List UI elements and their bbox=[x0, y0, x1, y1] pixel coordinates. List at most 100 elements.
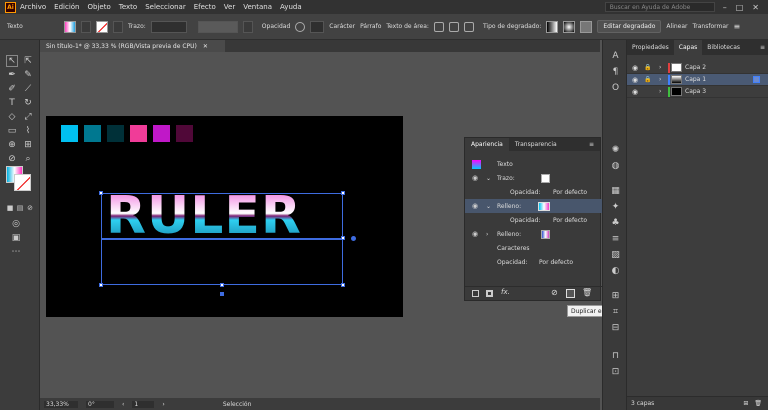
edit-gradient-button[interactable]: Editar degradado bbox=[597, 20, 662, 33]
stroke-color-box[interactable] bbox=[14, 174, 31, 191]
transparency-panel-icon[interactable]: ◐ bbox=[610, 265, 621, 276]
handle-bottom-center[interactable] bbox=[220, 283, 224, 287]
stroke-dropdown[interactable] bbox=[113, 20, 123, 33]
recolor-icon[interactable] bbox=[295, 21, 306, 32]
panel-menu-icon[interactable]: ≡ bbox=[755, 40, 768, 55]
chevron-right-icon[interactable]: › bbox=[659, 76, 661, 83]
layer-name[interactable]: Capa 3 bbox=[685, 88, 706, 95]
rotation-value[interactable]: 0° bbox=[86, 400, 114, 408]
new-layer-icon[interactable]: ⊞ bbox=[743, 400, 748, 407]
tab-transparencia[interactable]: Transparencia bbox=[509, 138, 563, 151]
help-search-input[interactable]: Buscar en Ayuda de Adobe bbox=[604, 2, 715, 12]
layer-name[interactable]: Capa 2 bbox=[685, 64, 706, 71]
target-indicator-icon[interactable] bbox=[753, 76, 760, 83]
maximize-icon[interactable]: □ bbox=[736, 3, 744, 12]
appearance-fill-row-2[interactable]: ◉ › Relleno: bbox=[465, 227, 602, 241]
appearance-panel-icon[interactable]: ✺ bbox=[610, 144, 621, 155]
align-center-icon[interactable] bbox=[463, 21, 474, 32]
zoom-level[interactable]: 33,33% bbox=[44, 400, 78, 408]
appearance-fill-opacity-row[interactable]: Opacidad: Por defecto bbox=[465, 213, 602, 227]
eyedropper-tool-icon[interactable]: ⊘ bbox=[6, 153, 18, 165]
transform-panel-icon[interactable]: ⌗ bbox=[610, 306, 621, 317]
swatches-panel-icon[interactable]: ▦ bbox=[610, 185, 621, 196]
tab-bibliotecas[interactable]: Bibliotecas bbox=[702, 40, 745, 55]
lock-icon[interactable]: 🔒 bbox=[644, 64, 651, 71]
paragraph-panel-icon[interactable]: ¶ bbox=[610, 66, 621, 77]
align-panel-icon[interactable]: ⊟ bbox=[610, 322, 621, 333]
chevron-right-icon[interactable]: › bbox=[659, 64, 661, 71]
selection-tool-icon[interactable]: ↖ bbox=[6, 55, 18, 67]
trash-icon[interactable]: 🗑 bbox=[754, 400, 762, 407]
menu-texto[interactable]: Texto bbox=[119, 3, 137, 11]
draw-mode-icon[interactable]: ◎ bbox=[10, 218, 22, 230]
close-tab-icon[interactable]: ✕ bbox=[203, 43, 208, 50]
chevron-down-icon[interactable]: ⌄ bbox=[486, 203, 491, 210]
fill-gradient-swatch[interactable] bbox=[538, 201, 550, 211]
stroke-swatch[interactable] bbox=[96, 20, 108, 33]
shape-builder-tool-icon[interactable]: ⊕ bbox=[6, 139, 18, 151]
handle-right-middle[interactable] bbox=[341, 236, 345, 240]
threaded-text-port-icon[interactable] bbox=[351, 236, 356, 241]
menu-edicion[interactable]: Edición bbox=[54, 3, 79, 11]
menu-ver[interactable]: Ver bbox=[224, 3, 235, 11]
appearance-text-row[interactable]: Texto bbox=[465, 157, 602, 171]
tab-propiedades[interactable]: Propiedades bbox=[627, 40, 674, 55]
fill-gradient-swatch-2[interactable] bbox=[541, 229, 550, 239]
color-guide-icon[interactable]: ⊞ bbox=[610, 290, 621, 301]
add-effect-icon[interactable]: fx. bbox=[501, 288, 510, 296]
layer-row-selected[interactable]: ◉ 🔒 › Capa 1 bbox=[627, 74, 768, 86]
artboard-number[interactable]: 1 bbox=[132, 400, 155, 408]
panel-menu-icon[interactable]: ≡ bbox=[583, 138, 600, 151]
appearance-characters-row[interactable]: Caracteres bbox=[465, 241, 602, 255]
type-tool-icon[interactable]: T bbox=[6, 97, 18, 109]
graphic-styles-icon[interactable]: ◍ bbox=[610, 160, 621, 171]
lock-icon[interactable]: 🔒 bbox=[644, 76, 651, 83]
appearance-fill-row-selected[interactable]: ◉ ⌄ Relleno: bbox=[465, 199, 602, 213]
align-link[interactable]: Alinear bbox=[666, 23, 687, 30]
minimize-icon[interactable]: – bbox=[723, 3, 727, 12]
zoom-tool-icon[interactable]: ⌕ bbox=[22, 153, 34, 165]
menu-seleccionar[interactable]: Seleccionar bbox=[145, 3, 186, 11]
clear-appearance-icon[interactable]: ⊘ bbox=[551, 288, 558, 297]
pathfinder-panel-icon[interactable]: ⊓ bbox=[610, 350, 621, 361]
character-link[interactable]: Carácter bbox=[329, 23, 355, 30]
stroke-none-swatch[interactable] bbox=[541, 173, 550, 183]
layer-name[interactable]: Capa 1 bbox=[685, 76, 706, 83]
chevron-right-icon[interactable]: › bbox=[659, 88, 661, 95]
opacity-label[interactable]: Opacidad bbox=[262, 23, 290, 30]
graphic-style-select[interactable] bbox=[310, 20, 325, 33]
fill-dropdown[interactable] bbox=[81, 20, 91, 33]
add-stroke-icon[interactable] bbox=[472, 290, 479, 297]
opentype-panel-icon[interactable]: O bbox=[610, 82, 621, 93]
links-panel-icon[interactable]: ⊡ bbox=[610, 366, 621, 377]
handle-bottom-left[interactable] bbox=[99, 283, 103, 287]
tab-capas[interactable]: Capas bbox=[673, 40, 703, 55]
area-text-label[interactable]: Texto de área: bbox=[386, 23, 429, 30]
rotate-tool-icon[interactable]: ↻ bbox=[22, 97, 34, 109]
appearance-stroke-opacity-row[interactable]: Opacidad: Por defecto bbox=[465, 185, 602, 199]
handle-bottom-right[interactable] bbox=[341, 283, 345, 287]
rectangle-tool-icon[interactable]: ▭ bbox=[6, 125, 18, 137]
current-tool[interactable]: Selección bbox=[223, 401, 252, 408]
pencil-tool-icon[interactable]: ✐ bbox=[6, 83, 18, 95]
eye-icon[interactable]: ◉ bbox=[632, 64, 638, 72]
artboard[interactable]: RULER bbox=[46, 116, 403, 317]
handle-top-left[interactable] bbox=[99, 191, 103, 195]
variable-width-select[interactable] bbox=[197, 20, 238, 33]
paragraph-link[interactable]: Párrafo bbox=[360, 23, 381, 30]
area-text-options-icon[interactable] bbox=[433, 21, 444, 32]
tab-apariencia[interactable]: Apariencia bbox=[465, 138, 509, 151]
stroke-panel-icon[interactable]: ≡ bbox=[610, 233, 621, 244]
brushes-panel-icon[interactable]: ✦ bbox=[610, 201, 621, 212]
direct-selection-tool-icon[interactable]: ⇱ bbox=[22, 55, 34, 67]
eye-icon[interactable]: ◉ bbox=[632, 76, 638, 84]
freeform-gradient-icon[interactable] bbox=[580, 20, 593, 33]
eye-icon[interactable]: ◉ bbox=[472, 230, 478, 238]
warp-tool-icon[interactable]: ⌇ bbox=[22, 125, 34, 137]
menu-efecto[interactable]: Efecto bbox=[194, 3, 216, 11]
more-tools-icon[interactable]: ⋯ bbox=[10, 246, 22, 258]
perspective-tool-icon[interactable]: ⊞ bbox=[22, 139, 34, 151]
radial-gradient-icon[interactable] bbox=[563, 20, 576, 33]
handle-top-right[interactable] bbox=[341, 191, 345, 195]
trash-icon[interactable]: 🗑 bbox=[582, 288, 592, 297]
